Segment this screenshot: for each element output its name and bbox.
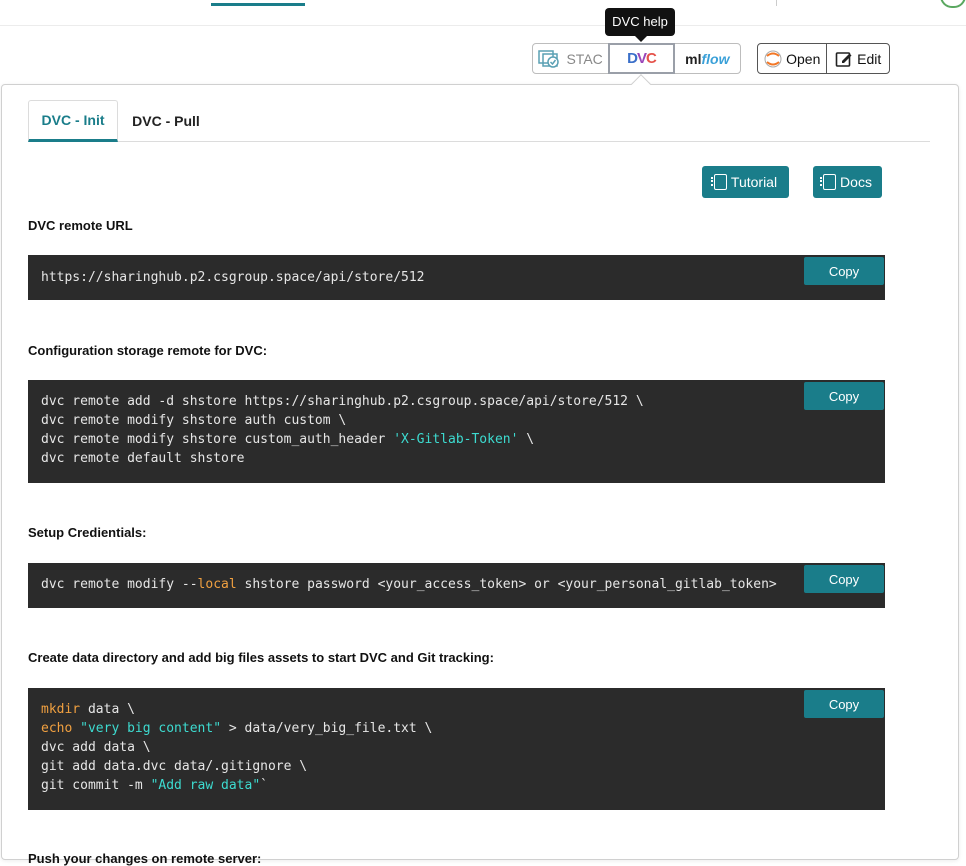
copy-config-button[interactable]: Copy xyxy=(804,382,884,410)
mlflow-logo-icon: mlflow xyxy=(685,50,730,67)
remote-url-code: https://sharinghub.p2.csgroup.space/api/… xyxy=(28,255,885,300)
avatar-icon[interactable] xyxy=(940,0,966,8)
data-tracking-code: mkdir data \ echo "very big content" > d… xyxy=(28,688,885,810)
stac-button[interactable]: STAC xyxy=(533,44,608,73)
open-edit-toolbar: Open Edit xyxy=(757,43,890,74)
config-heading: Configuration storage remote for DVC: xyxy=(28,343,268,358)
data-tracking-heading: Create data directory and add big files … xyxy=(28,650,494,665)
stac-icon xyxy=(538,49,560,68)
top-nav-strip xyxy=(0,0,966,26)
docs-label: Docs xyxy=(840,174,872,190)
docs-button[interactable]: Docs xyxy=(813,166,882,198)
copy-remote-url-button[interactable]: Copy xyxy=(804,257,884,285)
tutorial-label: Tutorial xyxy=(730,174,778,190)
edit-button[interactable]: Edit xyxy=(827,44,889,73)
stac-label: STAC xyxy=(566,50,603,67)
edit-label: Edit xyxy=(857,50,882,67)
dvc-logo-icon: DVC xyxy=(627,50,657,67)
dvc-tabs: DVC - Init DVC - Pull xyxy=(28,100,930,142)
copy-credentials-button[interactable]: Copy xyxy=(804,565,884,593)
credentials-code: dvc remote modify --local shstore passwo… xyxy=(28,563,885,608)
tab-dvc-pull[interactable]: DVC - Pull xyxy=(118,100,214,142)
push-heading: Push your changes on remote server: xyxy=(28,851,262,866)
edit-icon xyxy=(835,51,852,67)
nav-divider xyxy=(776,0,777,6)
tab-dvc-init[interactable]: DVC - Init xyxy=(28,100,118,142)
open-jupyter-button[interactable]: Open xyxy=(758,44,828,73)
credentials-heading: Setup Credientials: xyxy=(28,525,147,540)
active-nav-underline xyxy=(211,3,305,6)
tutorial-button[interactable]: Tutorial xyxy=(702,166,789,198)
dvc-help-tooltip: DVC help xyxy=(605,8,675,42)
dvc-button[interactable]: DVC xyxy=(608,43,675,74)
mlflow-button[interactable]: mlflow xyxy=(675,44,740,73)
jupyter-icon xyxy=(764,50,782,67)
notebook-icon xyxy=(710,174,727,190)
config-code: dvc remote add -d shstore https://sharin… xyxy=(28,380,885,483)
notebook-icon xyxy=(820,174,837,190)
remote-url-heading: DVC remote URL xyxy=(28,218,133,233)
integration-toolbar: STAC DVC mlflow xyxy=(532,43,741,74)
copy-data-tracking-button[interactable]: Copy xyxy=(804,690,884,718)
open-label: Open xyxy=(786,50,821,67)
